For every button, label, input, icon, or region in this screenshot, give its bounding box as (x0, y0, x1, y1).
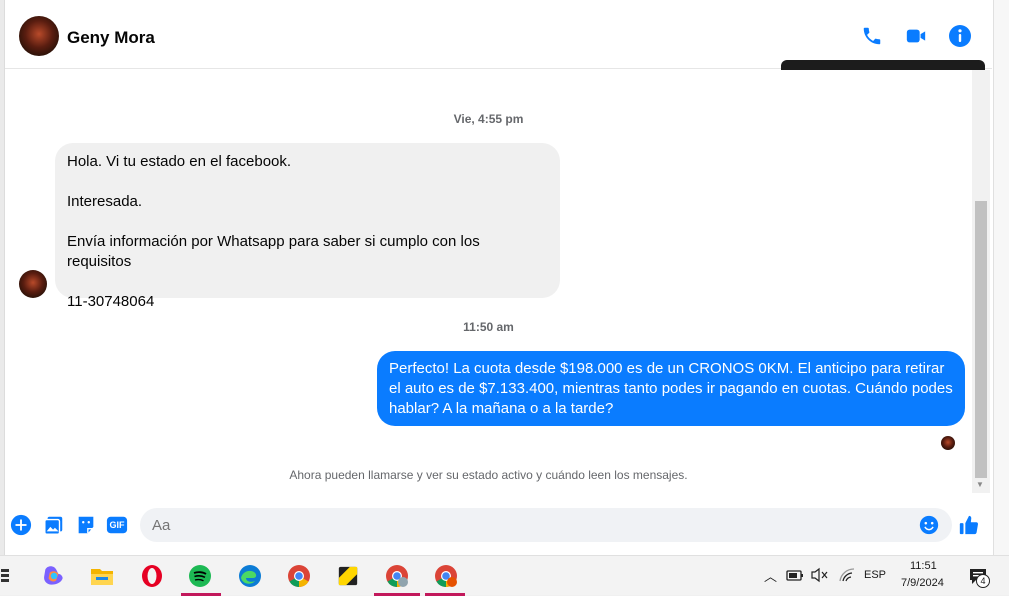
chat-scrollbar[interactable]: ▼ (972, 70, 990, 493)
timestamp: 11:50 am (463, 320, 514, 334)
spotify-icon[interactable] (186, 562, 214, 590)
gif-label: GIF (109, 520, 125, 530)
contact-name[interactable]: Geny Mora (67, 28, 155, 48)
like-icon[interactable] (958, 514, 980, 536)
seen-indicator-avatar (941, 436, 955, 450)
battery-icon[interactable] (786, 566, 804, 584)
image-icon[interactable] (43, 514, 65, 536)
message-line: Envía información por Whatsapp para sabe… (67, 233, 480, 270)
conversation-notice: Ahora pueden llamarse y ver su estado ac… (289, 468, 688, 482)
add-icon[interactable] (10, 514, 32, 536)
scrollbar-thumb[interactable] (975, 201, 987, 478)
file-explorer-icon[interactable] (88, 562, 116, 590)
message-line: 11-30748064 (67, 293, 155, 310)
opera-icon[interactable] (138, 562, 166, 590)
scroll-down-arrow-icon[interactable]: ▼ (976, 480, 984, 489)
notification-count-badge: 4 (976, 574, 990, 588)
message-line: Interesada. (67, 193, 143, 210)
contact-avatar[interactable] (19, 16, 59, 56)
sticky-notes-icon[interactable] (334, 562, 362, 590)
clock-date[interactable]: 7/9/2024 (901, 577, 944, 589)
copilot-icon[interactable] (40, 562, 68, 590)
language-indicator[interactable]: ESP (864, 569, 886, 581)
windows-taskbar: ︿ ESP 11:51 7/9/2024 4 (0, 555, 1009, 596)
video-call-icon[interactable] (903, 23, 929, 49)
message-line: Hola. Vi tu estado en el facebook. (67, 153, 292, 170)
chrome-icon[interactable] (285, 562, 313, 590)
incoming-message[interactable]: Hola. Vi tu estado en el facebook. Inter… (55, 143, 560, 310)
messenger-window: Geny Mora Información de la conversación… (0, 0, 1009, 555)
volume-muted-icon[interactable] (810, 566, 828, 584)
outgoing-message[interactable]: Perfecto! La cuota desde $198.000 es de … (377, 351, 965, 426)
info-icon[interactable] (947, 23, 973, 49)
gif-icon[interactable]: GIF (106, 514, 128, 536)
sender-avatar[interactable] (19, 270, 47, 298)
clock-time[interactable]: 11:51 (910, 560, 937, 572)
message-input[interactable] (140, 508, 952, 542)
chevron-up-icon[interactable]: ︿ (764, 566, 777, 585)
sticker-icon[interactable] (75, 514, 97, 536)
chrome-profile-icon[interactable] (383, 562, 411, 590)
emoji-icon[interactable] (918, 514, 940, 536)
message-composer: GIF (5, 502, 992, 555)
timestamp: Vie, 4:55 pm (453, 112, 524, 126)
edge-icon[interactable] (236, 562, 264, 590)
page-scrollbar[interactable] (993, 0, 1009, 555)
phone-icon[interactable] (859, 23, 885, 49)
wifi-icon[interactable] (838, 566, 856, 584)
chrome-profile-2-icon[interactable] (432, 562, 460, 590)
widgets-icon[interactable] (0, 562, 12, 590)
